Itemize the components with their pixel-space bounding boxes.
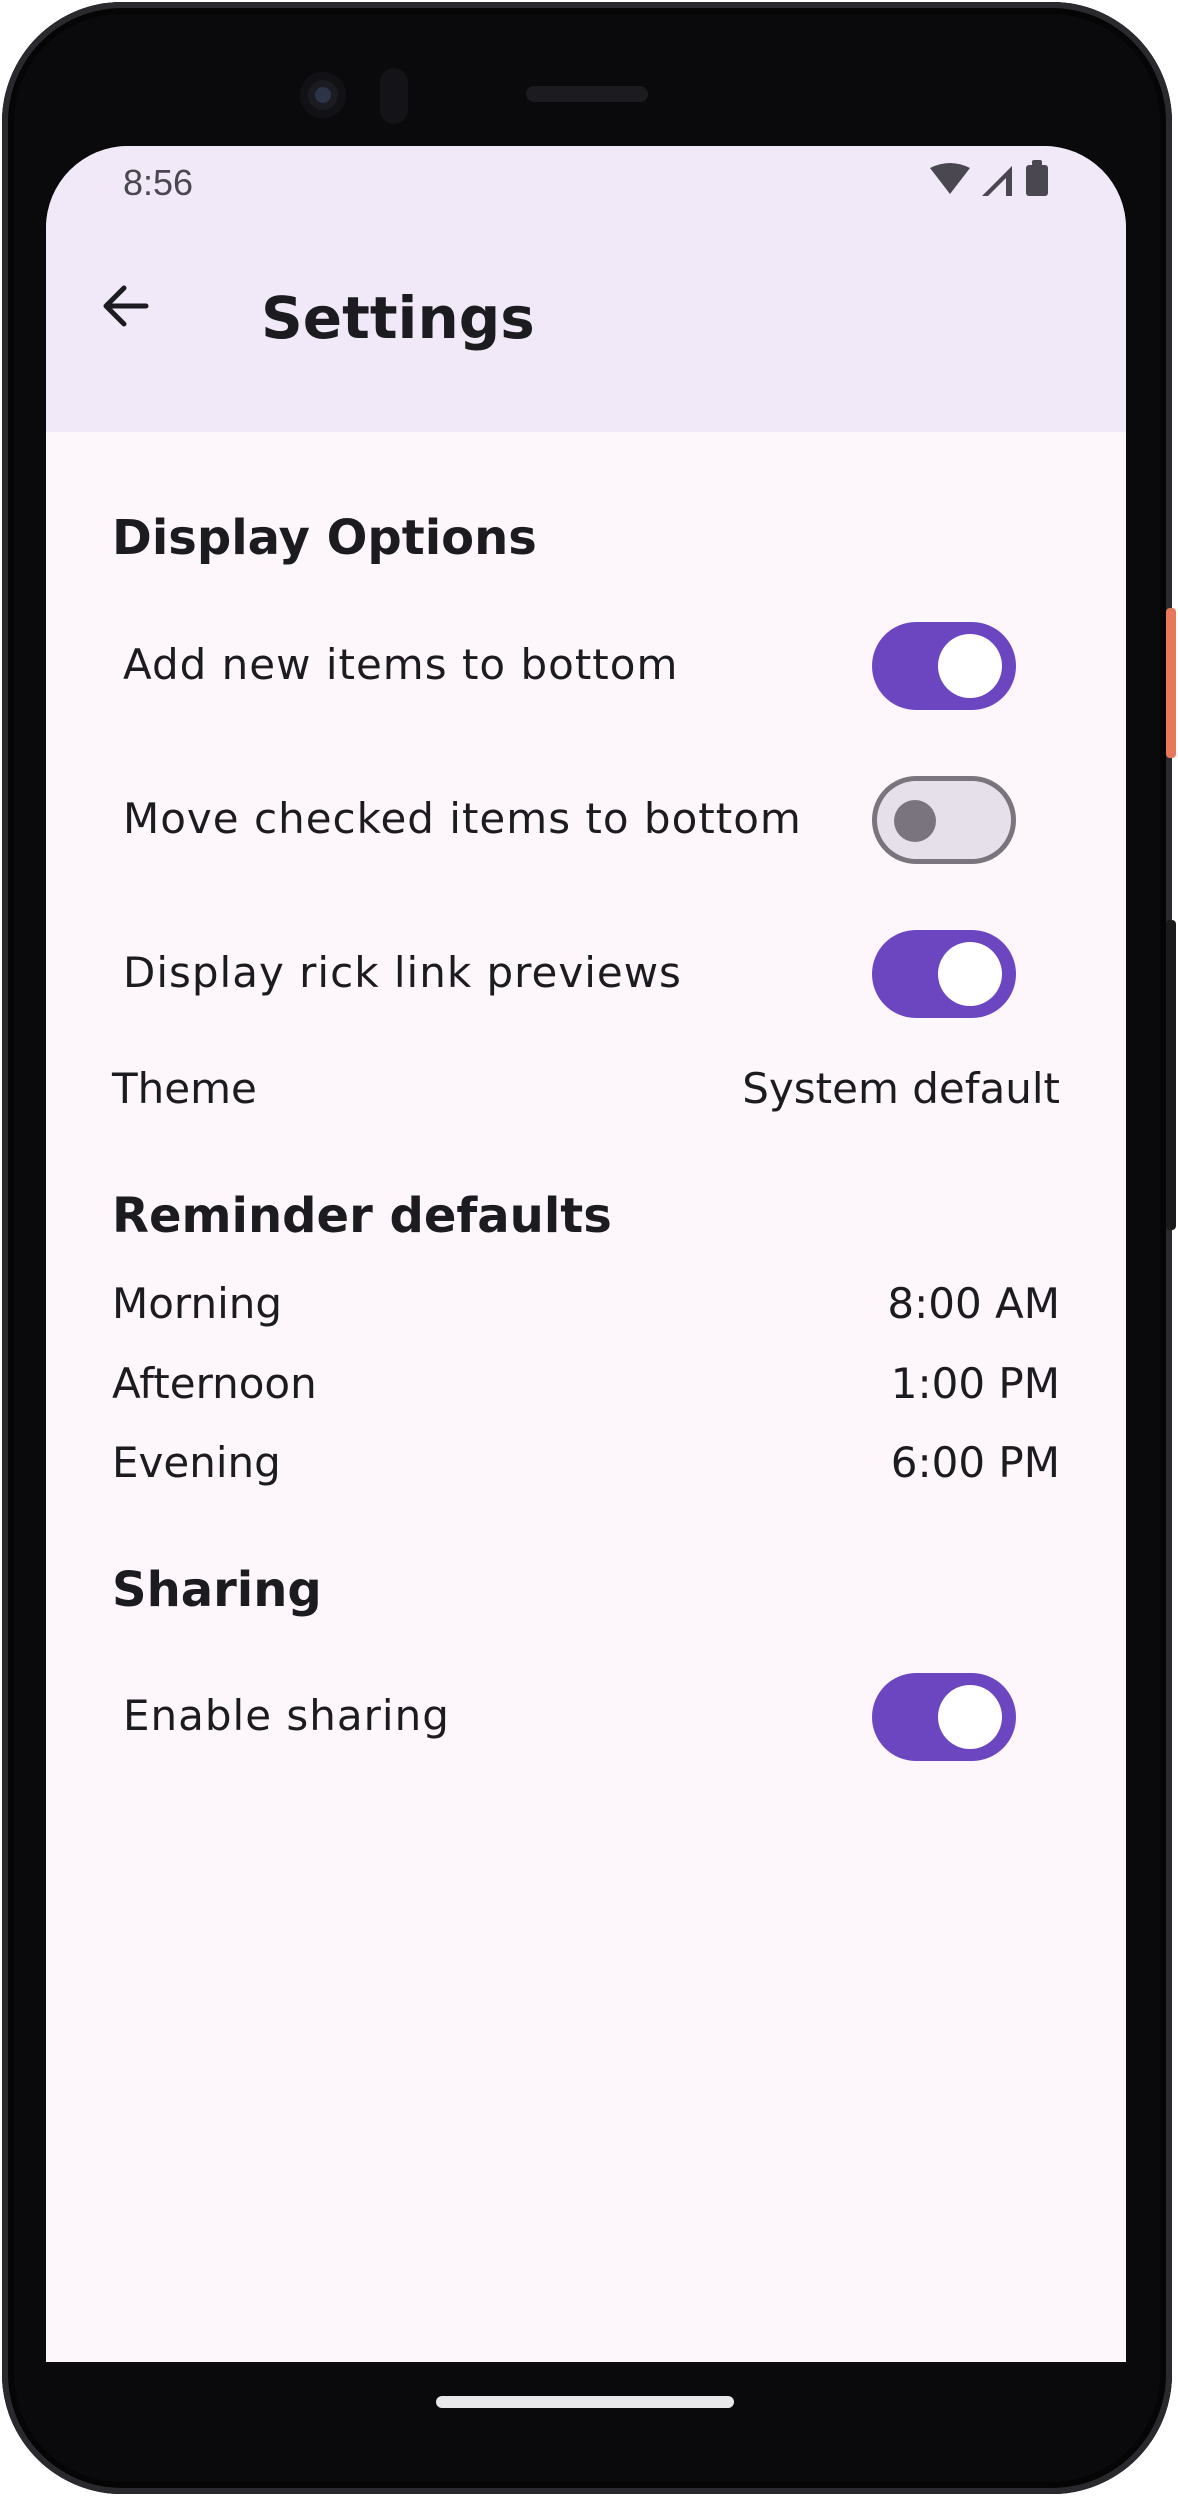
section-header-reminders: Reminder defaults — [112, 1188, 612, 1244]
section-header-display: Display Options — [112, 510, 537, 566]
toggle-thumb — [894, 800, 936, 842]
status-icons — [926, 160, 1086, 204]
theme-value[interactable]: System default — [742, 1064, 1060, 1113]
signal-icon — [982, 166, 1012, 196]
battery-icon — [1026, 160, 1048, 196]
section-header-sharing: Sharing — [112, 1562, 322, 1618]
status-time: 8:56 — [123, 162, 194, 203]
toggle-add-new-bottom[interactable] — [872, 622, 1016, 710]
wifi-icon — [930, 163, 970, 194]
proximity-sensor — [380, 68, 408, 124]
top-app-bar: 8:56 Settings — [46, 146, 1126, 432]
toggle-thumb — [938, 634, 1002, 698]
power-button — [1166, 608, 1176, 758]
screen: 8:56 Settings Display Options Add new it… — [46, 146, 1126, 2362]
reminder-label-evening[interactable]: Evening — [112, 1438, 281, 1487]
earpiece-speaker — [526, 86, 648, 102]
toggle-thumb — [938, 1685, 1002, 1749]
reminder-value-morning[interactable]: 8:00 AM — [887, 1279, 1060, 1328]
reminder-label-afternoon[interactable]: Afternoon — [112, 1359, 317, 1408]
setting-label-enable-sharing: Enable sharing — [123, 1691, 450, 1740]
toggle-move-checked-bottom[interactable] — [872, 776, 1016, 864]
volume-button — [1166, 920, 1176, 1230]
front-camera — [300, 72, 346, 118]
reminder-value-evening[interactable]: 6:00 PM — [891, 1438, 1060, 1487]
reminder-value-afternoon[interactable]: 1:00 PM — [891, 1359, 1060, 1408]
toggle-thumb — [938, 942, 1002, 1006]
back-button[interactable] — [86, 266, 166, 346]
toggle-enable-sharing[interactable] — [872, 1673, 1016, 1761]
home-indicator[interactable] — [436, 2396, 734, 2408]
theme-label[interactable]: Theme — [112, 1064, 257, 1113]
toggle-link-previews[interactable] — [872, 930, 1016, 1018]
page-title: Settings — [261, 284, 535, 352]
setting-label-add-new-bottom: Add new items to bottom — [123, 640, 679, 689]
arrow-back-icon — [103, 285, 149, 327]
reminder-label-morning[interactable]: Morning — [112, 1279, 282, 1328]
setting-label-link-previews: Display rick link previews — [123, 948, 682, 997]
setting-label-move-checked-bottom: Move checked items to bottom — [123, 794, 802, 843]
